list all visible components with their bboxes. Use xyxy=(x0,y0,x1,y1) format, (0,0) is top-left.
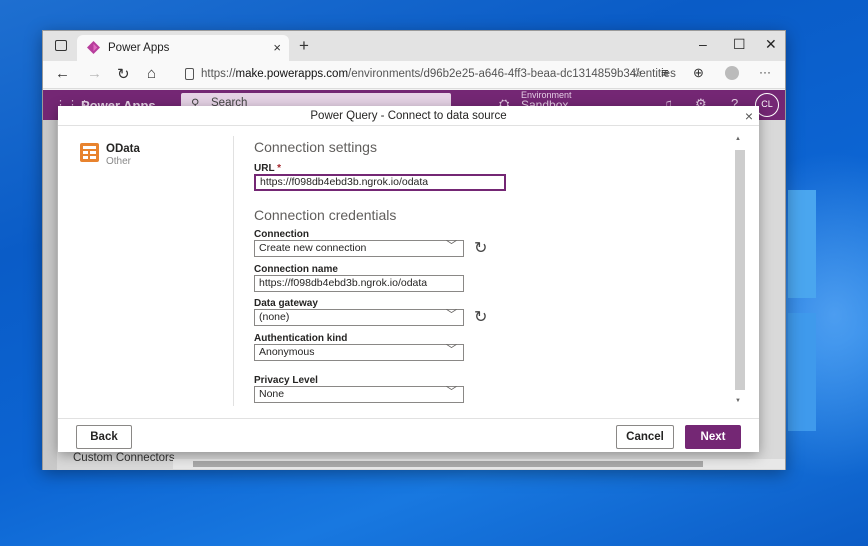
connection-name-input[interactable]: https://f098db4ebd3b.ngrok.io/odata xyxy=(254,275,464,292)
address-url: https://make.powerapps.com/environments/… xyxy=(201,68,676,80)
dialog-title: Power Query - Connect to data source xyxy=(310,110,507,122)
scroll-down-icon[interactable]: ▼ xyxy=(735,398,741,404)
favorite-star-icon[interactable]: ☆ xyxy=(631,65,643,81)
authentication-kind-value: Anonymous xyxy=(259,346,315,358)
authentication-kind-label: Authentication kind xyxy=(254,333,348,344)
browser-toolbar: ← → ↻ ⌂ https://make.powerapps.com/envir… xyxy=(43,61,785,89)
connection-label: Connection xyxy=(254,229,309,240)
refresh-gateway-icon[interactable]: ↻ xyxy=(474,307,487,327)
connection-credentials-heading: Connection credentials xyxy=(254,207,397,223)
address-bar[interactable]: https://make.powerapps.com/environments/… xyxy=(183,64,676,86)
tab-title: Power Apps xyxy=(108,42,170,54)
authentication-kind-dropdown[interactable]: Anonymous ﹀ xyxy=(254,344,464,361)
odata-icon xyxy=(80,143,99,162)
back-arrow-icon[interactable]: ← xyxy=(55,65,70,82)
tab-actions-icon[interactable] xyxy=(55,40,67,51)
windows-logo-pane xyxy=(788,313,816,431)
power-query-dialog: Power Query - Connect to data source × O… xyxy=(58,106,759,452)
windows-logo-pane xyxy=(788,190,816,298)
privacy-level-dropdown[interactable]: None ﹀ xyxy=(254,386,464,403)
url-label: URL * xyxy=(254,163,282,174)
lock-icon xyxy=(185,68,194,80)
connection-form: Connection settings URL * https://f098db… xyxy=(254,127,734,417)
collections-icon[interactable]: ⊕ xyxy=(693,65,704,81)
connection-settings-heading: Connection settings xyxy=(254,139,377,155)
custom-connectors-link[interactable]: Custom Connectors xyxy=(73,452,175,464)
privacy-level-label: Privacy Level xyxy=(254,375,318,386)
connector-pane: OData Other xyxy=(58,127,233,417)
privacy-level-value: None xyxy=(259,388,285,400)
dialog-close-icon[interactable]: × xyxy=(745,106,753,126)
connection-name-label: Connection name xyxy=(254,264,338,275)
tab-strip: Power Apps × + – ☐ ✕ xyxy=(43,31,785,61)
tab-close-icon[interactable]: × xyxy=(273,40,281,55)
scroll-thumb[interactable] xyxy=(193,461,703,467)
maximize-button[interactable]: ☐ xyxy=(733,36,746,53)
dialog-title-bar: Power Query - Connect to data source × xyxy=(58,106,759,126)
more-menu-icon[interactable]: ··· xyxy=(759,65,771,79)
dialog-footer: Back Cancel Next xyxy=(58,418,759,452)
minimize-button[interactable]: – xyxy=(699,36,707,52)
chevron-down-icon: ﹀ xyxy=(446,386,457,398)
data-gateway-value: (none) xyxy=(259,311,290,323)
favorites-list-icon[interactable]: ≡ xyxy=(661,65,669,80)
data-gateway-label: Data gateway xyxy=(254,298,318,309)
chevron-down-icon: ﹀ xyxy=(446,240,457,252)
close-window-button[interactable]: ✕ xyxy=(765,36,777,53)
pane-divider xyxy=(233,136,234,406)
form-scrollbar[interactable]: ▲ ▼ xyxy=(734,136,746,406)
browser-tab[interactable]: Power Apps × xyxy=(77,35,289,61)
back-button[interactable]: Back xyxy=(76,425,132,449)
cancel-button[interactable]: Cancel xyxy=(616,425,674,449)
data-gateway-dropdown[interactable]: (none) ﹀ xyxy=(254,309,464,326)
connection-dropdown[interactable]: Create new connection ﹀ xyxy=(254,240,464,257)
new-tab-button[interactable]: + xyxy=(299,36,309,56)
home-icon[interactable]: ⌂ xyxy=(147,65,156,82)
next-button[interactable]: Next xyxy=(685,425,741,449)
connection-value: Create new connection xyxy=(259,242,367,254)
left-nav xyxy=(43,120,57,470)
forward-arrow-icon[interactable]: → xyxy=(87,65,102,82)
connector-category: Other xyxy=(106,156,132,167)
refresh-connection-icon[interactable]: ↻ xyxy=(474,238,487,258)
profile-icon[interactable] xyxy=(725,66,739,80)
horizontal-scrollbar[interactable] xyxy=(173,459,785,469)
url-input[interactable]: https://f098db4ebd3b.ngrok.io/odata xyxy=(254,174,506,191)
chevron-down-icon: ﹀ xyxy=(446,344,457,356)
chevron-down-icon: ﹀ xyxy=(446,309,457,321)
connector-name: OData xyxy=(106,143,140,155)
scroll-thumb[interactable] xyxy=(735,150,745,390)
refresh-icon[interactable]: ↻ xyxy=(117,65,130,83)
powerapps-icon xyxy=(87,41,100,54)
scroll-up-icon[interactable]: ▲ xyxy=(735,136,741,142)
